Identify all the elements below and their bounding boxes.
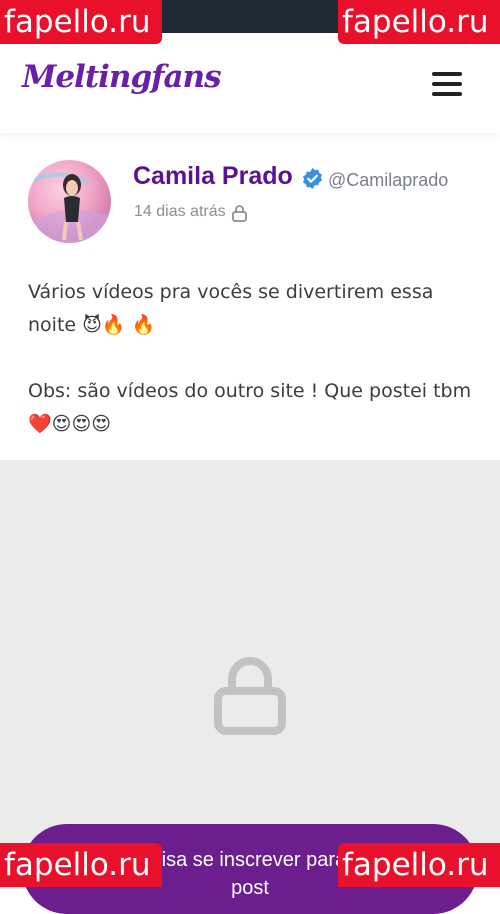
author-handle[interactable]: @Camilaprado bbox=[328, 170, 448, 191]
menu-bar bbox=[432, 72, 462, 76]
menu-bar bbox=[432, 92, 462, 96]
verified-badge-icon bbox=[303, 167, 322, 190]
watermark: fapello.ru bbox=[338, 843, 500, 887]
post-line: Obs: são vídeos do outro site ! Que post… bbox=[28, 380, 472, 435]
lock-icon bbox=[232, 205, 247, 222]
hamburger-menu-icon[interactable] bbox=[432, 72, 462, 96]
menu-bar bbox=[432, 82, 462, 86]
post-timestamp: 14 dias atrás bbox=[134, 203, 226, 220]
watermark: fapello.ru bbox=[338, 0, 500, 44]
author-name[interactable]: Camila Prado bbox=[133, 162, 293, 191]
site-header: Meltingfans bbox=[0, 33, 500, 133]
watermark: fapello.ru bbox=[0, 0, 162, 44]
post-body: Vários vídeos pra vocês se divertirem es… bbox=[28, 276, 478, 441]
locked-content-area: Você precisa se inscrever para ver esse … bbox=[0, 460, 500, 914]
post-line: Vários vídeos pra vocês se divertirem es… bbox=[28, 281, 434, 336]
site-logo[interactable]: Meltingfans bbox=[22, 59, 222, 95]
avatar-photo bbox=[28, 172, 111, 243]
watermark: fapello.ru bbox=[0, 843, 162, 887]
avatar[interactable] bbox=[28, 160, 111, 243]
locked-content-lock-icon bbox=[214, 657, 286, 735]
